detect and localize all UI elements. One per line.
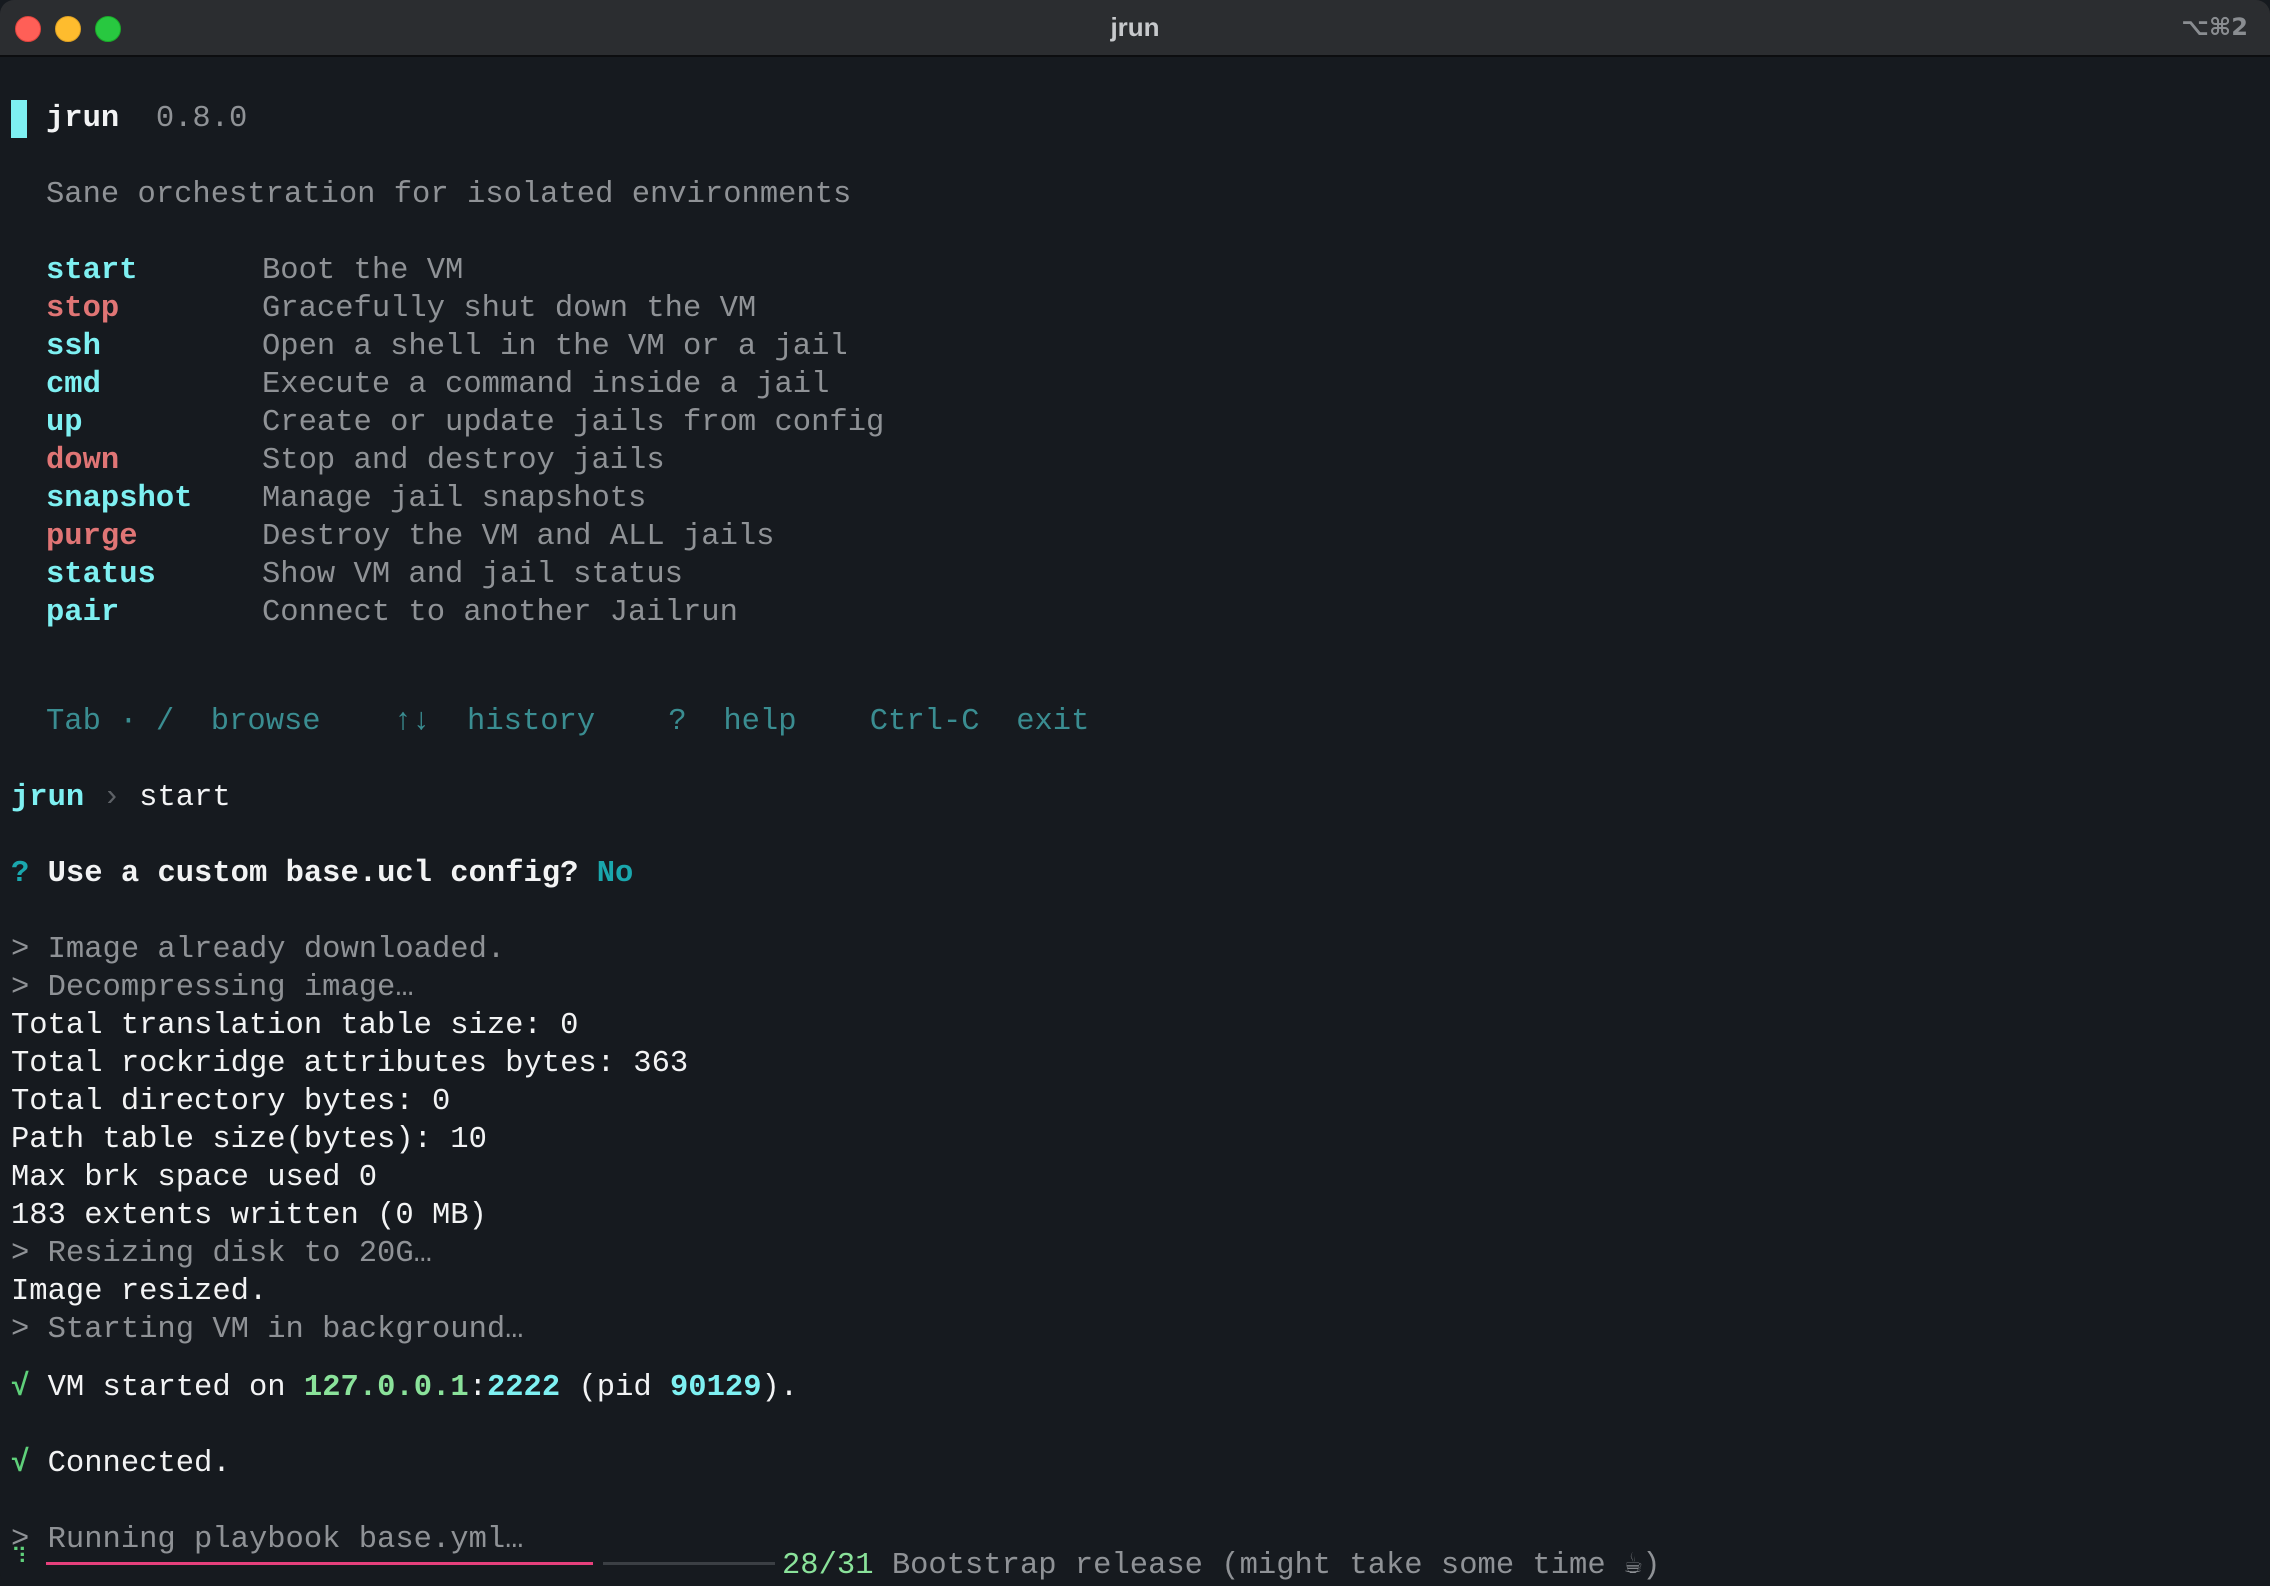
check-icon: √ bbox=[11, 1371, 30, 1405]
window-shortcut: ⌥⌘2 bbox=[2181, 13, 2248, 41]
command-desc-ssh: Open a shell in the VM or a jail bbox=[262, 330, 848, 364]
command-desc-up: Create or update jails from config bbox=[262, 406, 885, 440]
hint-tab-key: Tab bbox=[46, 705, 101, 739]
vm-port: 2222 bbox=[486, 1371, 561, 1405]
connected-text: Connected. bbox=[47, 1447, 231, 1481]
terminal-output[interactable]: jrun 0.8.0 Sane orchestration for isolat… bbox=[11, 55, 2270, 1586]
log-line: Max brk space used 0 bbox=[11, 1161, 378, 1195]
check-icon: √ bbox=[11, 1447, 30, 1481]
hint-exit: exit bbox=[1016, 705, 1090, 739]
command-desc-status: Show VM and jail status bbox=[262, 558, 683, 592]
hint-slash-key: / bbox=[155, 705, 175, 739]
prompt-input: start bbox=[139, 781, 231, 815]
log-line: Image resized. bbox=[11, 1275, 268, 1309]
hint-help-key: ? bbox=[668, 705, 687, 739]
terminal-window: jrun ⌥⌘2 jrun 0.8.0 Sane orchestration f… bbox=[0, 0, 2270, 1586]
command-prompt[interactable]: jrun › start bbox=[11, 779, 231, 817]
hint-history: history bbox=[467, 705, 596, 739]
vm-pid-close: ). bbox=[761, 1371, 799, 1405]
hint-help: help bbox=[723, 705, 797, 739]
log-line: > Decompressing image… bbox=[11, 971, 414, 1005]
hint-dot: · bbox=[119, 705, 138, 739]
vm-pid-open: (pid bbox=[578, 1371, 652, 1405]
hint-arrows-key: ↑↓ bbox=[393, 705, 431, 739]
log-line: Total directory bytes: 0 bbox=[11, 1085, 451, 1119]
hint-exit-key: Ctrl-C bbox=[869, 705, 980, 739]
progress-bar-gap bbox=[593, 1562, 603, 1565]
keyboard-hints: Tab · / browse ↑↓ history ? help Ctrl-C … bbox=[46, 703, 1089, 741]
vm-host-colon: : bbox=[468, 1371, 487, 1405]
question-text: Use a custom base.ucl config? bbox=[47, 857, 579, 891]
window-title: jrun bbox=[1110, 12, 1160, 42]
command-name-purge[interactable]: purge bbox=[46, 518, 138, 556]
progress-count: 28/31 bbox=[782, 1549, 874, 1583]
config-question: ? Use a custom base.ucl config? No bbox=[11, 855, 633, 893]
connected-line: √ Connected. bbox=[11, 1445, 231, 1483]
progress-task: Bootstrap release (might take some time … bbox=[891, 1549, 1661, 1583]
question-mark: ? bbox=[11, 857, 30, 891]
command-desc-down: Stop and destroy jails bbox=[262, 444, 665, 478]
app-tagline: Sane orchestration for isolated environm… bbox=[46, 178, 852, 212]
command-name-start[interactable]: start bbox=[46, 252, 138, 290]
header-accent-bar bbox=[11, 100, 27, 138]
log-line: 183 extents written (0 MB) bbox=[11, 1199, 487, 1233]
command-name-ssh[interactable]: ssh bbox=[46, 328, 101, 366]
command-desc-snapshot: Manage jail snapshots bbox=[262, 482, 647, 516]
log-line: > Resizing disk to 20G… bbox=[11, 1237, 432, 1271]
progress-status: 28/31 Bootstrap release (might take some… bbox=[782, 1547, 1661, 1585]
command-desc-stop: Gracefully shut down the VM bbox=[262, 292, 757, 326]
command-name-cmd[interactable]: cmd bbox=[46, 366, 101, 404]
command-name-status[interactable]: status bbox=[46, 556, 156, 594]
app-version: 0.8.0 bbox=[155, 102, 248, 136]
vm-started-line: √ VM started on 127.0.0.1:2222 (pid 9012… bbox=[11, 1369, 798, 1407]
log-line: > Starting VM in background… bbox=[11, 1313, 524, 1347]
spinner-icon: ⠹ bbox=[11, 1546, 28, 1571]
vm-started-prefix: VM started on bbox=[47, 1371, 286, 1405]
title-bar: jrun ⌥⌘2 bbox=[0, 0, 2270, 57]
log-line: Total translation table size: 0 bbox=[11, 1009, 579, 1043]
question-answer: No bbox=[596, 857, 634, 891]
command-name-pair[interactable]: pair bbox=[46, 594, 119, 632]
log-line: > Image already downloaded. bbox=[11, 933, 506, 967]
command-desc-purge: Destroy the VM and ALL jails bbox=[262, 520, 775, 554]
app-header: jrun 0.8.0 bbox=[46, 100, 247, 138]
log-line: Path table size(bytes): 10 bbox=[11, 1123, 487, 1157]
command-name-snapshot[interactable]: snapshot bbox=[46, 480, 192, 518]
command-name-stop[interactable]: stop bbox=[46, 290, 119, 328]
command-desc-cmd: Execute a command inside a jail bbox=[262, 368, 830, 402]
progress-bar-fill bbox=[46, 1562, 593, 1565]
log-line: Total rockridge attributes bytes: 363 bbox=[11, 1047, 689, 1081]
playbook-line: > Running playbook base.yml… bbox=[11, 1523, 524, 1557]
command-desc-start: Boot the VM bbox=[262, 254, 464, 288]
prompt-separator: › bbox=[102, 781, 121, 815]
command-name-up[interactable]: up bbox=[46, 404, 83, 442]
command-name-down[interactable]: down bbox=[46, 442, 119, 480]
vm-host: 127.0.0.1 bbox=[303, 1371, 469, 1405]
vm-pid: 90129 bbox=[670, 1371, 762, 1405]
hint-browse: browse bbox=[210, 705, 321, 739]
command-desc-pair: Connect to another Jailrun bbox=[262, 596, 738, 630]
prompt-name: jrun bbox=[11, 781, 85, 815]
app-name: jrun bbox=[46, 102, 120, 136]
progress-bar bbox=[46, 1562, 775, 1565]
